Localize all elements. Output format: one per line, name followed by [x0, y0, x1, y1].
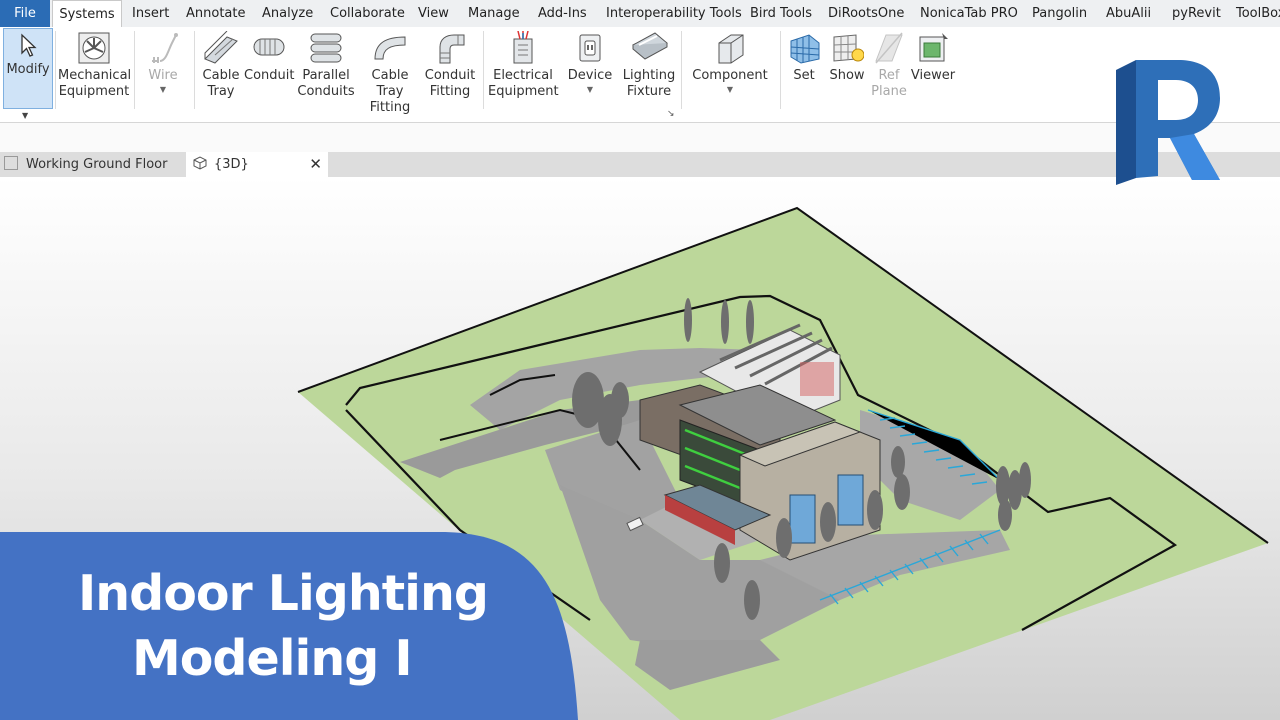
modify-dropdown-icon[interactable]: ▼	[22, 111, 28, 120]
modify-label: Modify	[6, 62, 50, 77]
device-button[interactable]: Device ▼	[566, 27, 614, 94]
viewer-label: Viewer	[910, 68, 956, 83]
tab-abualii[interactable]: AbuAlii	[1106, 0, 1151, 27]
wire-icon	[152, 33, 178, 63]
options-bar	[0, 123, 1280, 152]
tab-pangolin[interactable]: Pangolin	[1032, 0, 1087, 27]
floor-plan-icon	[4, 156, 18, 170]
tab-collaborate[interactable]: Collaborate	[330, 0, 405, 27]
tab-pyrevit[interactable]: pyRevit	[1172, 0, 1221, 27]
parallel-label-2: Conduits	[297, 84, 355, 99]
cable-tray-button[interactable]: Cable Tray	[198, 27, 244, 100]
parallel-conduits-icon	[310, 33, 342, 63]
ctf-label-1: Cable Tray	[371, 68, 409, 99]
lighting-fixture-button[interactable]: Lighting Fixture	[620, 27, 678, 100]
outlet-icon	[579, 34, 601, 62]
conduit-icon	[253, 38, 285, 56]
tab-insert[interactable]: Insert	[132, 0, 169, 27]
menu-bar: File Systems Insert Annotate Analyze Col…	[0, 0, 1280, 29]
electrical-equipment-button[interactable]: Electrical Equipment	[488, 27, 559, 100]
show-label: Show	[829, 68, 865, 83]
component-icon	[718, 34, 744, 64]
tab-dirootsone[interactable]: DiRootsOne	[828, 0, 904, 27]
viewer-icon	[919, 33, 948, 62]
cf-label-1: Conduit	[424, 68, 476, 83]
view-tab-bar: Working Ground Floor {3D} ✕	[0, 152, 1280, 177]
parallel-label-1: Parallel	[302, 68, 350, 83]
cursor-arrow-icon	[21, 33, 37, 57]
file-menu[interactable]: File	[0, 0, 50, 27]
set-label: Set	[793, 68, 815, 83]
show-plane-icon	[833, 34, 864, 62]
cable-tray-fitting-button[interactable]: Cable Tray Fitting	[358, 27, 422, 116]
component-button[interactable]: Component ▼	[690, 27, 770, 94]
view-tab-working-ground-floor[interactable]: Working Ground Floor	[4, 152, 167, 177]
title-line-2: Modeling I	[132, 630, 413, 687]
cable-tray-label-1: Cable	[202, 68, 240, 83]
wire-button[interactable]: Wire ▼	[140, 27, 186, 94]
grid-plane-icon	[790, 34, 820, 64]
tab-nonicatab-pro[interactable]: NonicaTab PRO	[920, 0, 1018, 27]
tab-toolbox[interactable]: ToolBox	[1236, 0, 1280, 27]
show-workplane-button[interactable]: Show	[826, 27, 868, 84]
cable-tray-fitting-icon	[374, 36, 406, 60]
device-label: Device	[567, 68, 613, 83]
set-workplane-button[interactable]: Set	[786, 27, 822, 84]
conduit-label: Conduit	[244, 68, 295, 83]
wire-label: Wire	[148, 68, 178, 83]
conduit-fitting-button[interactable]: Conduit Fitting	[422, 27, 478, 100]
ref-plane-icon	[875, 32, 903, 64]
tab-add-ins[interactable]: Add-Ins	[538, 0, 587, 27]
cf-label-2: Fitting	[429, 84, 471, 99]
electrical-panel-icon	[513, 31, 533, 64]
tab2-label: {3D}	[214, 157, 249, 172]
conduit-button[interactable]: Conduit	[244, 27, 294, 84]
3d-view-icon	[193, 156, 207, 170]
tab-analyze[interactable]: Analyze	[262, 0, 313, 27]
ref-label-1: Ref	[878, 68, 900, 83]
parallel-conduits-button[interactable]: Parallel Conduits	[296, 27, 356, 100]
close-icon[interactable]: ✕	[309, 152, 322, 177]
cable-tray-icon	[204, 31, 238, 64]
lf-label-2: Fixture	[626, 84, 672, 99]
mech-label-1: Mechanical	[58, 68, 132, 83]
ribbon: Modify ▼ Mechanical Equipment Wire ▼ Cab…	[0, 27, 1280, 123]
conduit-fitting-icon	[439, 34, 465, 64]
lf-label-1: Lighting	[622, 68, 676, 83]
component-label: Component	[692, 68, 768, 83]
elec-label-1: Electrical	[493, 68, 553, 83]
elec-label-2: Equipment	[488, 84, 559, 99]
ctf-label-2: Fitting	[369, 100, 411, 115]
tab-annotate[interactable]: Annotate	[186, 0, 245, 27]
fan-icon	[78, 32, 110, 64]
cable-tray-label-2: Tray	[207, 84, 235, 99]
viewer-button[interactable]: Viewer	[910, 27, 956, 84]
tab-bird-tools[interactable]: Bird Tools	[750, 0, 812, 27]
tab-systems[interactable]: Systems	[52, 0, 122, 29]
facade-red-panel	[800, 362, 834, 396]
ref-label-2: Plane	[871, 84, 907, 99]
tab-view[interactable]: View	[418, 0, 449, 27]
tab-manage[interactable]: Manage	[468, 0, 520, 27]
tab1-label: Working Ground Floor	[26, 157, 168, 172]
mech-label-2: Equipment	[58, 84, 130, 99]
modify-button[interactable]: Modify	[3, 28, 53, 109]
mechanical-equipment-button[interactable]: Mechanical Equipment	[58, 27, 132, 100]
title-line-1: Indoor Lighting	[78, 565, 489, 622]
lighting-fixture-icon	[632, 32, 668, 60]
revit-logo-icon	[1116, 60, 1220, 185]
tab-interoperability-tools[interactable]: Interoperability Tools	[606, 0, 742, 27]
ref-plane-button[interactable]: Ref Plane	[870, 27, 908, 100]
panel-launcher-icon[interactable]: ↘	[667, 109, 675, 119]
view-tab-3d[interactable]: {3D} ✕	[186, 152, 328, 177]
